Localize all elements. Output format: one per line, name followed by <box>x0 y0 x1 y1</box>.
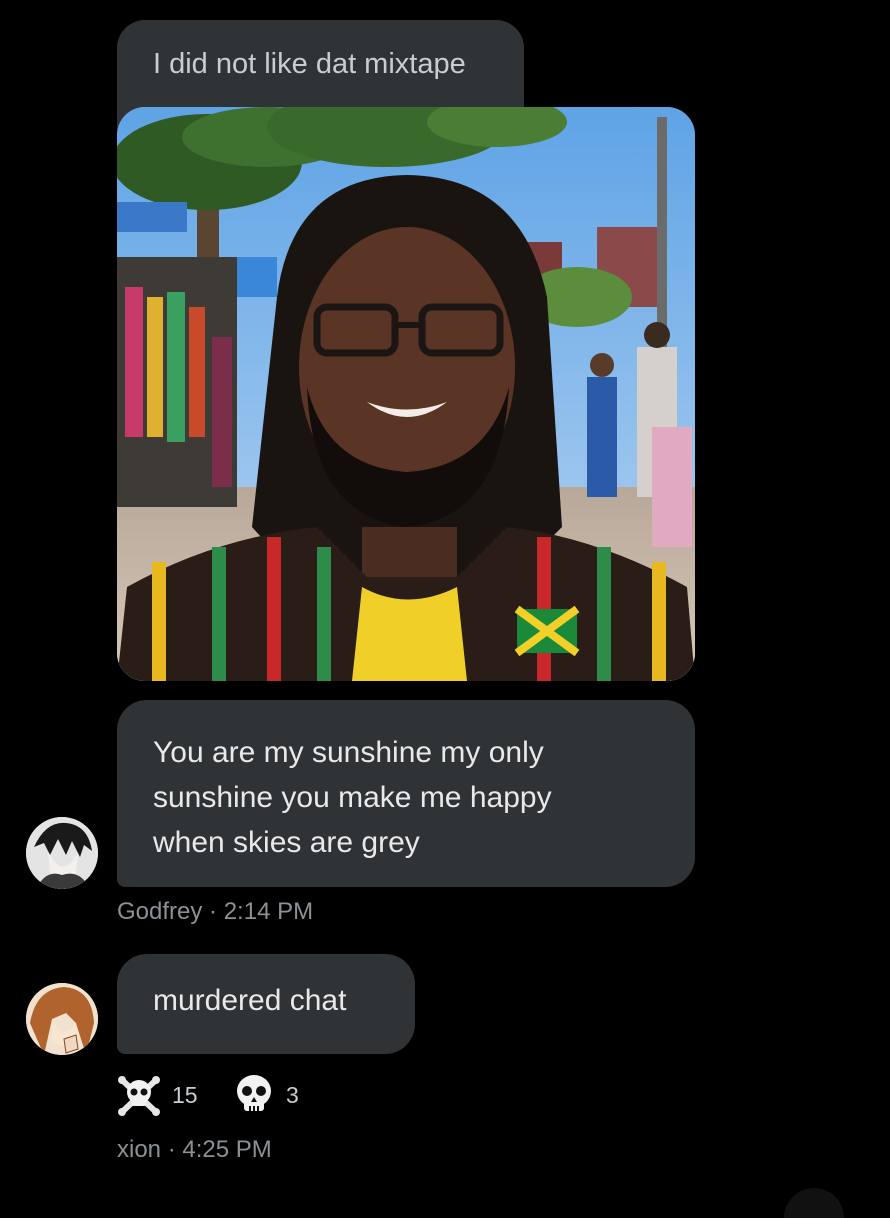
anime-avatar-icon <box>26 983 98 1055</box>
message-bubble-sunshine[interactable]: You are my sunshine my only sunshine you… <box>117 700 695 887</box>
skull-crossbones-icon <box>118 1076 160 1116</box>
reaction-skull-crossbones[interactable]: 15 <box>116 1072 198 1118</box>
reaction-count: 15 <box>172 1081 198 1108</box>
message-line: sunshine you make me happy <box>153 781 552 814</box>
timestamp: 2:14 PM <box>223 898 314 925</box>
photo-illustration <box>117 107 695 681</box>
anime-avatar-icon <box>26 817 98 889</box>
timestamp: 4:25 PM <box>182 1136 272 1163</box>
message-line: You are my sunshine my only <box>153 736 544 769</box>
scroll-to-bottom-button[interactable] <box>784 1188 844 1218</box>
meta-separator: · <box>202 898 224 925</box>
image-attachment[interactable] <box>117 107 695 681</box>
message-meta: Godfrey · 2:14 PM <box>117 898 313 926</box>
skull-icon <box>237 1075 271 1111</box>
author-name: xion <box>117 1136 162 1163</box>
meta-separator: · <box>161 1136 183 1163</box>
message-text: murdered chat <box>153 984 347 1017</box>
message-text: I did not like dat mixtape <box>153 48 466 80</box>
reaction-count: 3 <box>286 1081 299 1108</box>
avatar-godfrey[interactable] <box>26 817 98 889</box>
author-name: Godfrey <box>117 898 203 925</box>
message-line: when skies are grey <box>153 826 420 859</box>
avatar-xion[interactable] <box>26 983 98 1055</box>
message-bubble-murdered-chat[interactable]: murdered chat <box>117 954 415 1054</box>
reaction-skull[interactable]: 3 <box>232 1072 299 1118</box>
message-meta: xion · 4:25 PM <box>117 1136 272 1164</box>
